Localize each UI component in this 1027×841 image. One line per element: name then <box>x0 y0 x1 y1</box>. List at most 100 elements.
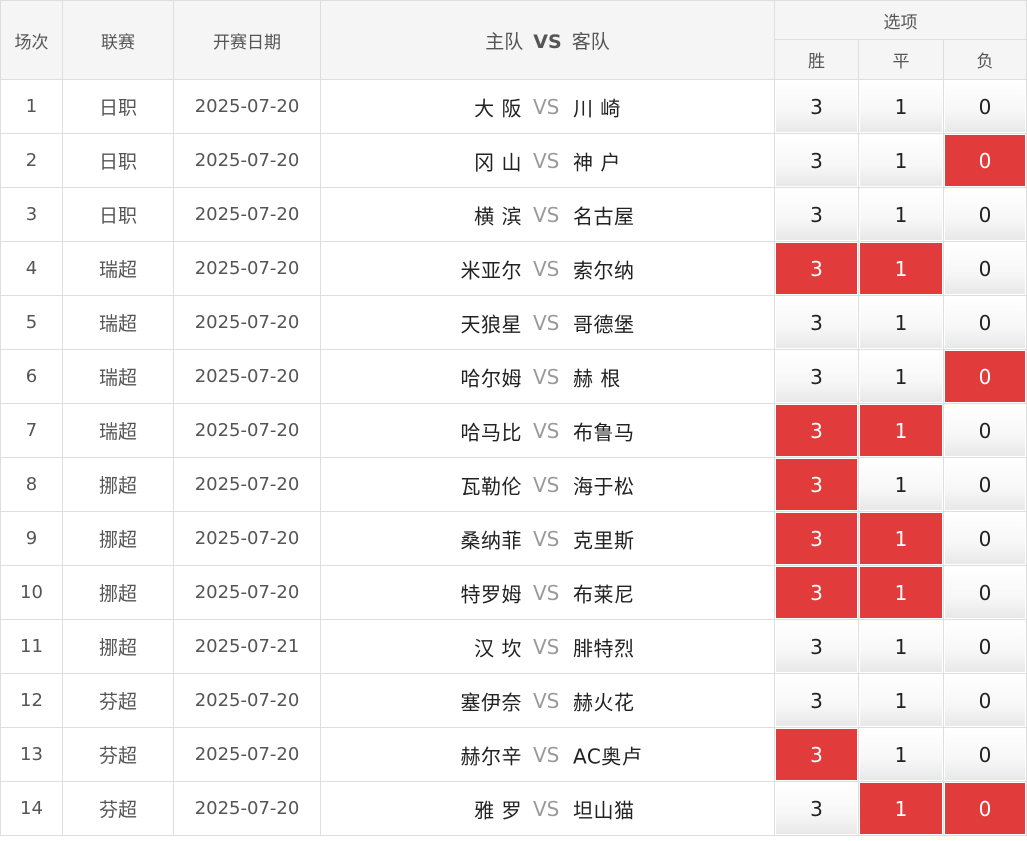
option-draw-cell: 1 <box>858 619 944 674</box>
away-team: 腓特烈 <box>573 636 635 660</box>
option-lose-cell: 0 <box>942 673 1027 728</box>
vs-label: VS <box>533 364 560 389</box>
option-win-button[interactable]: 3 <box>776 567 857 618</box>
option-win-cell: 3 <box>774 511 859 566</box>
match-teams: 雅 罗 VS 坦山猫 <box>320 781 775 836</box>
option-draw-button[interactable]: 1 <box>860 189 942 240</box>
option-draw-button[interactable]: 1 <box>860 459 942 510</box>
away-team: 克里斯 <box>573 528 635 552</box>
league-name: 日职 <box>62 133 174 188</box>
option-lose-button[interactable]: 0 <box>945 189 1026 240</box>
option-draw-button[interactable]: 1 <box>860 675 942 726</box>
option-lose-button[interactable]: 0 <box>945 81 1026 132</box>
match-date: 2025-07-20 <box>173 673 321 728</box>
option-lose-button[interactable]: 0 <box>945 459 1026 510</box>
option-draw-cell: 1 <box>858 511 944 566</box>
option-win-button[interactable]: 3 <box>776 135 857 186</box>
option-lose-cell: 0 <box>942 511 1027 566</box>
option-win-button[interactable]: 3 <box>776 729 857 780</box>
home-team: 大 阪 <box>474 96 522 120</box>
option-draw-button[interactable]: 1 <box>860 351 942 402</box>
option-win-button[interactable]: 3 <box>776 351 857 402</box>
option-draw-button[interactable]: 1 <box>860 621 942 672</box>
league-name: 挪超 <box>62 511 174 566</box>
option-win-button[interactable]: 3 <box>776 459 857 510</box>
option-lose-button[interactable]: 0 <box>945 405 1026 456</box>
match-index: 10 <box>0 565 63 620</box>
option-lose-button[interactable]: 0 <box>945 351 1026 402</box>
option-win-cell: 3 <box>774 457 859 512</box>
option-lose-button[interactable]: 0 <box>945 243 1026 294</box>
league-name: 挪超 <box>62 565 174 620</box>
match-teams: 横 滨 VS 名古屋 <box>320 187 775 242</box>
option-lose-button[interactable]: 0 <box>945 567 1026 618</box>
league-name: 瑞超 <box>62 295 174 350</box>
away-team: 坦山猫 <box>573 798 635 822</box>
option-lose-cell: 0 <box>942 295 1027 350</box>
match-date: 2025-07-20 <box>173 403 321 458</box>
option-draw-button[interactable]: 1 <box>860 513 942 564</box>
table-row: 7 瑞超 2025-07-20 哈马比 VS 布鲁马 3 1 0 <box>0 403 1027 458</box>
home-team: 塞伊奈 <box>460 690 522 714</box>
option-draw-button[interactable]: 1 <box>860 783 942 834</box>
option-lose-button[interactable]: 0 <box>945 675 1026 726</box>
match-date: 2025-07-20 <box>173 349 321 404</box>
match-index: 7 <box>0 403 63 458</box>
match-teams: 汉 坎 VS 腓特烈 <box>320 619 775 674</box>
away-team: AC奥卢 <box>573 744 643 768</box>
option-lose-cell: 0 <box>942 619 1027 674</box>
option-draw-button[interactable]: 1 <box>860 297 942 348</box>
option-win-cell: 3 <box>774 619 859 674</box>
option-win-button[interactable]: 3 <box>776 513 857 564</box>
option-draw-button[interactable]: 1 <box>860 729 942 780</box>
option-draw-button[interactable]: 1 <box>860 81 942 132</box>
table-row: 4 瑞超 2025-07-20 米亚尔 VS 索尔纳 3 1 0 <box>0 241 1027 296</box>
option-lose-button[interactable]: 0 <box>945 621 1026 672</box>
away-team: 海于松 <box>573 474 635 498</box>
match-teams: 天狼星 VS 哥德堡 <box>320 295 775 350</box>
option-win-button[interactable]: 3 <box>776 783 857 834</box>
league-name: 瑞超 <box>62 403 174 458</box>
league-name: 日职 <box>62 79 174 134</box>
option-lose-button[interactable]: 0 <box>945 729 1026 780</box>
option-win-button[interactable]: 3 <box>776 621 857 672</box>
match-table: 场次 联赛 开赛日期 主队 VS 客队 选项 胜 平 负 1 日职 2025-07-… <box>0 0 1027 836</box>
league-name: 瑞超 <box>62 241 174 296</box>
away-team: 神 户 <box>573 150 621 174</box>
option-lose-cell: 0 <box>942 781 1027 836</box>
header-teams: 主队 VS 客队 <box>320 0 775 80</box>
away-team: 赫 根 <box>573 366 621 390</box>
option-lose-button[interactable]: 0 <box>945 513 1026 564</box>
option-win-button[interactable]: 3 <box>776 297 857 348</box>
option-win-button[interactable]: 3 <box>776 405 857 456</box>
home-team: 桑纳菲 <box>460 528 522 552</box>
match-teams: 赫尔辛 VS AC奥卢 <box>320 727 775 782</box>
option-lose-button[interactable]: 0 <box>945 297 1026 348</box>
league-name: 芬超 <box>62 673 174 728</box>
option-win-button[interactable]: 3 <box>776 675 857 726</box>
table-row: 1 日职 2025-07-20 大 阪 VS 川 崎 3 1 0 <box>0 79 1027 134</box>
vs-label: VS <box>533 742 560 767</box>
option-lose-button[interactable]: 0 <box>945 135 1026 186</box>
table-header: 场次 联赛 开赛日期 主队 VS 客队 选项 胜 平 负 <box>0 0 1027 80</box>
option-lose-cell: 0 <box>942 727 1027 782</box>
option-lose-cell: 0 <box>942 349 1027 404</box>
option-draw-cell: 1 <box>858 565 944 620</box>
option-draw-button[interactable]: 1 <box>860 135 942 186</box>
option-draw-button[interactable]: 1 <box>860 243 942 294</box>
option-draw-cell: 1 <box>858 241 944 296</box>
option-win-cell: 3 <box>774 187 859 242</box>
match-teams: 哈尔姆 VS 赫 根 <box>320 349 775 404</box>
vs-label: VS <box>533 94 560 119</box>
option-win-button[interactable]: 3 <box>776 81 857 132</box>
option-lose-cell: 0 <box>942 187 1027 242</box>
option-draw-cell: 1 <box>858 457 944 512</box>
option-win-button[interactable]: 3 <box>776 189 857 240</box>
option-draw-button[interactable]: 1 <box>860 405 942 456</box>
option-lose-button[interactable]: 0 <box>945 783 1026 834</box>
match-index: 11 <box>0 619 63 674</box>
vs-label: VS <box>533 256 560 281</box>
option-win-button[interactable]: 3 <box>776 243 857 294</box>
option-draw-button[interactable]: 1 <box>860 567 942 618</box>
away-team: 哥德堡 <box>573 312 635 336</box>
